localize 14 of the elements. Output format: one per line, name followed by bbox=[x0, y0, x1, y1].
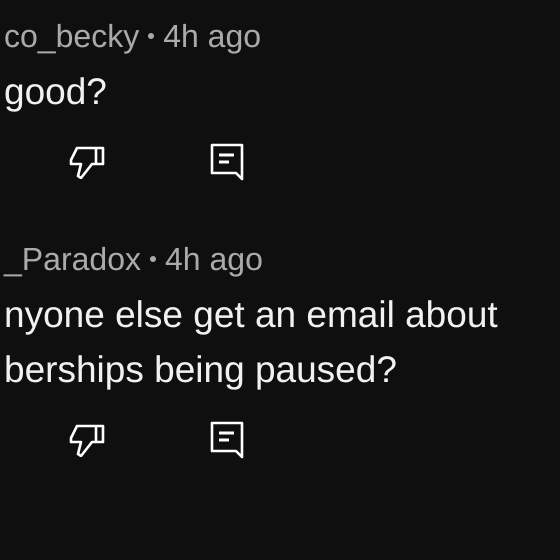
comment-author[interactable]: _Paradox bbox=[4, 240, 141, 278]
comment-icon bbox=[210, 421, 244, 459]
dot-separator-icon bbox=[150, 256, 156, 262]
thumbs-down-icon bbox=[68, 145, 106, 179]
comment-author[interactable]: co_becky bbox=[4, 18, 140, 54]
reply-button[interactable] bbox=[208, 419, 246, 461]
comment-icon bbox=[210, 143, 244, 181]
comment-text: good? bbox=[4, 70, 108, 114]
reply-button[interactable] bbox=[208, 141, 246, 183]
comment-text: nyone else get an email about berships being paused? bbox=[4, 293, 499, 392]
thumbs-down-icon bbox=[68, 423, 106, 457]
comment-time: 4h ago bbox=[163, 18, 262, 54]
comment-time: 4h ago bbox=[164, 240, 263, 278]
dot-separator-icon bbox=[148, 33, 154, 39]
